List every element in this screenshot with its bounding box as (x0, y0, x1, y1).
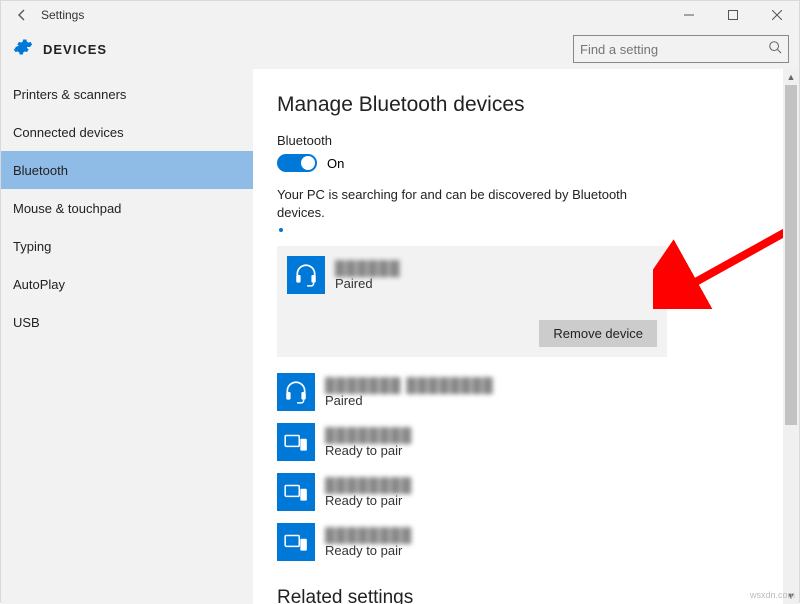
window-title: Settings (35, 8, 84, 22)
selected-device-card[interactable]: ██████ Paired Remove device (277, 246, 667, 357)
search-input[interactable] (580, 42, 768, 57)
minimize-button[interactable] (667, 1, 711, 29)
device-list-item[interactable]: ████████ Ready to pair (277, 517, 667, 567)
searching-description: Your PC is searching for and can be disc… (277, 186, 647, 222)
sidebar-item-label: Bluetooth (13, 163, 68, 178)
sidebar-item-label: AutoPlay (13, 277, 65, 292)
remove-device-button[interactable]: Remove device (539, 320, 657, 347)
device-list-item[interactable]: ███████ ████████ Paired (277, 367, 667, 417)
maximize-button[interactable] (711, 1, 755, 29)
scrollbar[interactable]: ▲ ▼ (783, 69, 799, 604)
sidebar-item-label: Connected devices (13, 125, 124, 140)
annotation-arrow (653, 179, 799, 309)
page-heading: DEVICES (43, 42, 107, 57)
related-title: Related settings (277, 587, 799, 604)
device-name: ██████ (335, 260, 401, 276)
sidebar-item-connected-devices[interactable]: Connected devices (1, 113, 253, 151)
back-button[interactable] (9, 8, 35, 22)
sidebar-item-label: Mouse & touchpad (13, 201, 121, 216)
phone-icon (277, 473, 315, 511)
sidebar-item-label: USB (13, 315, 40, 330)
device-status: Ready to pair (325, 443, 412, 458)
device-list-item[interactable]: ████████ Ready to pair (277, 417, 667, 467)
device-name: ████████ (325, 427, 412, 443)
header: DEVICES (1, 29, 799, 69)
related-settings: Related settings More Bluetooth options (277, 587, 799, 604)
titlebar: Settings (1, 1, 799, 29)
sidebar: Printers & scanners Connected devices Bl… (1, 69, 253, 604)
scroll-thumb[interactable] (785, 85, 797, 425)
content-title: Manage Bluetooth devices (277, 93, 799, 117)
sidebar-item-autoplay[interactable]: AutoPlay (1, 265, 253, 303)
sidebar-item-printers[interactable]: Printers & scanners (1, 75, 253, 113)
device-list-item[interactable]: ████████ Ready to pair (277, 467, 667, 517)
progress-dot (279, 228, 283, 232)
device-status: Ready to pair (325, 543, 412, 558)
device-status: Paired (325, 393, 494, 408)
sidebar-item-bluetooth[interactable]: Bluetooth (1, 151, 253, 189)
device-status: Ready to pair (325, 493, 412, 508)
scroll-up-arrow[interactable]: ▲ (783, 69, 799, 85)
sidebar-item-label: Printers & scanners (13, 87, 126, 102)
settings-gear-icon (13, 37, 33, 62)
content-pane: Manage Bluetooth devices Bluetooth On Yo… (253, 69, 799, 604)
headset-icon (277, 373, 315, 411)
toggle-state: On (327, 156, 344, 171)
search-icon (768, 40, 782, 59)
close-button[interactable] (755, 1, 799, 29)
sidebar-item-usb[interactable]: USB (1, 303, 253, 341)
sidebar-item-mouse[interactable]: Mouse & touchpad (1, 189, 253, 227)
phone-icon (277, 423, 315, 461)
headset-icon (287, 256, 325, 294)
sidebar-item-label: Typing (13, 239, 51, 254)
phone-icon (277, 523, 315, 561)
sidebar-item-typing[interactable]: Typing (1, 227, 253, 265)
bluetooth-toggle[interactable] (277, 154, 317, 172)
bluetooth-label: Bluetooth (277, 133, 799, 148)
watermark: wsxdn.com (750, 590, 795, 600)
device-status: Paired (335, 276, 401, 291)
device-list: ███████ ████████ Paired ████████ Ready t… (277, 367, 667, 567)
device-name: ███████ ████████ (325, 377, 494, 393)
device-name: ████████ (325, 527, 412, 543)
device-name: ████████ (325, 477, 412, 493)
search-box[interactable] (573, 35, 789, 63)
